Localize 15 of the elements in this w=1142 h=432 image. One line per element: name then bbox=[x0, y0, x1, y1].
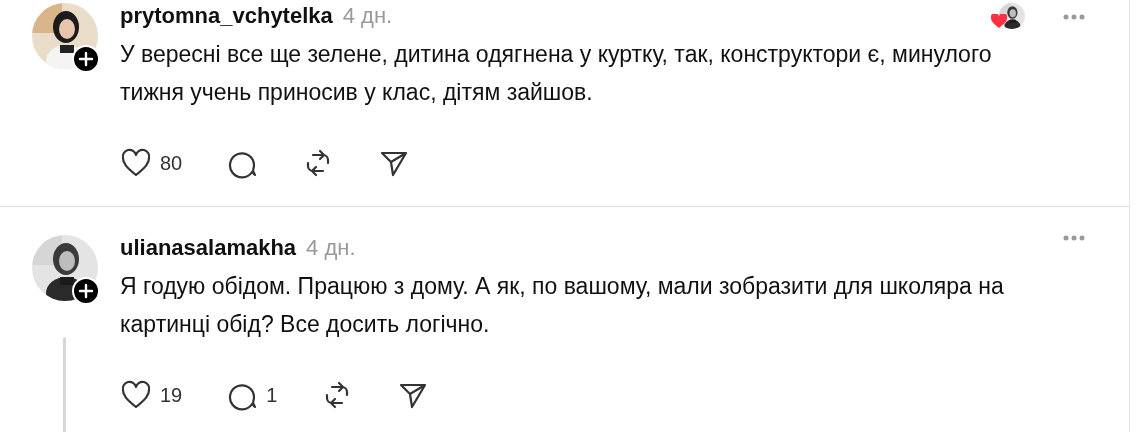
like-button[interactable]: 19 bbox=[120, 379, 183, 411]
post-time: 4 дн. bbox=[306, 235, 356, 261]
more-icon[interactable] bbox=[1063, 14, 1085, 20]
username[interactable]: prytomna_vchytelka bbox=[120, 3, 333, 29]
heart-icon bbox=[120, 147, 152, 179]
username[interactable]: ulianasalamakha bbox=[120, 235, 297, 261]
reply-button[interactable]: 1 bbox=[226, 379, 278, 411]
post-text: Я годую обідом. Працюю з дому. А як, по вашому, мали зобразити для школяра на картинці обід? Все досить логічно. bbox=[120, 272, 1005, 339]
post-text: У вересні все ще зелене, дитина одягнена у куртку, так, конструктори є, минулого тижня учень приносив у клас, дітям зайшов. bbox=[120, 40, 993, 107]
post-time: 4 дн. bbox=[342, 3, 393, 29]
follow-icon[interactable] bbox=[72, 45, 100, 73]
more-icon[interactable] bbox=[1063, 235, 1085, 241]
follow-icon[interactable] bbox=[72, 277, 100, 305]
heart-icon bbox=[120, 379, 152, 411]
like-button[interactable]: 80 bbox=[120, 147, 183, 179]
